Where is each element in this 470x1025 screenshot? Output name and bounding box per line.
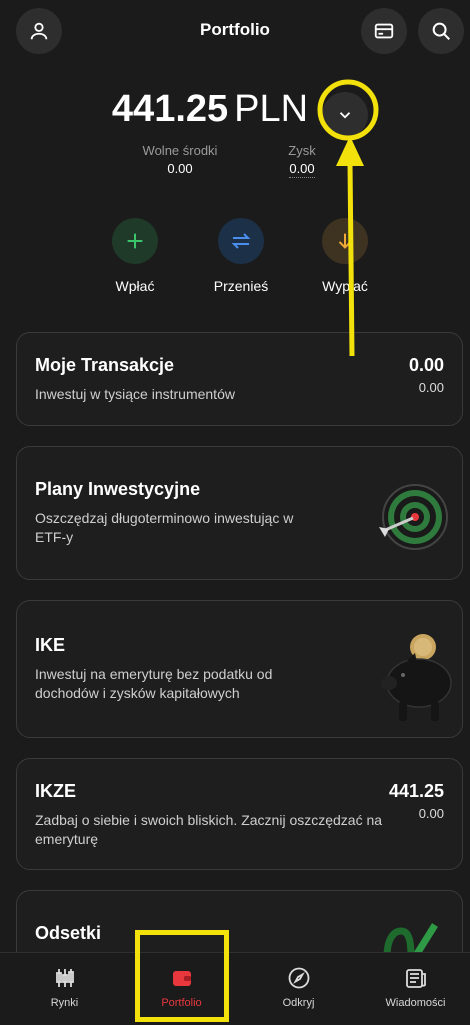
search-button[interactable]	[418, 8, 464, 54]
withdraw-icon-wrap	[322, 218, 368, 264]
card-sub-amount: 0.00	[418, 380, 444, 395]
nav-item-discover[interactable]: Odkryj	[240, 965, 357, 1009]
transfer-button[interactable]: Przenieś	[196, 218, 286, 294]
piggy-bank-icon	[381, 634, 452, 721]
nav-item-markets[interactable]: Rynki	[6, 965, 123, 1009]
card-title: IKE	[35, 635, 66, 655]
candlestick-icon	[55, 969, 74, 987]
bottom-nav: Rynki Portfolio Odkryj Wiadomości	[0, 952, 470, 1025]
card-description: Inwestuj w tysiące instrumentów	[35, 386, 235, 402]
nav-label: Rynki	[50, 997, 79, 1009]
credit-card-icon	[374, 23, 394, 39]
transfer-label: Przenieś	[213, 278, 269, 294]
stat-value: 0.00	[289, 161, 315, 178]
transfer-arrows-icon	[231, 233, 251, 249]
withdraw-button[interactable]: Wypłać	[300, 218, 390, 294]
target-dart-icon	[379, 484, 448, 550]
compass-icon	[288, 967, 309, 989]
annotation-arrow-head	[336, 136, 364, 166]
card-my-transactions[interactable]: Moje Transakcje Inwestuj w tysiące instr…	[16, 332, 463, 426]
card-ikze[interactable]: IKZE Zadbaj o siebie i swoich bliskich. …	[16, 758, 463, 870]
annotation-box	[135, 930, 229, 1022]
arrow-down-icon	[338, 233, 352, 249]
balance-currency: PLN	[234, 88, 309, 130]
stat-free-funds: Wolne środki 0.00	[130, 143, 230, 176]
card-title: Moje Transakcje	[35, 355, 175, 375]
transfer-icon-wrap	[218, 218, 264, 264]
card-ike[interactable]: IKE Inwestuj na emeryturę bez podatku od…	[16, 600, 463, 738]
balance-expand-button[interactable]	[322, 92, 368, 138]
stat-label: Wolne środki	[142, 143, 218, 158]
nav-label: Wiadomości	[385, 997, 446, 1009]
balance-amount: 441.25	[111, 88, 229, 130]
card-description-line2: dochodów i zysków kapitałowych	[35, 685, 240, 701]
card-description-line1: Inwestuj na emeryturę bez podatku od	[35, 666, 273, 682]
card-title: Odsetki	[35, 923, 102, 943]
card-description-line1: Zadbaj o siebie i swoich bliskich. Zaczn…	[35, 812, 383, 828]
card-title: IKZE	[35, 781, 77, 801]
nav-label: Odkryj	[282, 997, 315, 1009]
card-description-line2: emeryturę	[35, 831, 99, 847]
card-amount: 441.25	[388, 781, 444, 801]
stat-profit[interactable]: Zysk 0.00	[272, 143, 332, 178]
card-sub-amount: 0.00	[418, 806, 444, 821]
card-amount: 0.00	[408, 355, 444, 375]
stat-label: Zysk	[288, 143, 316, 158]
search-icon	[432, 22, 450, 40]
card-title: Plany Inwestycyjne	[35, 479, 201, 499]
news-icon	[405, 969, 426, 988]
deposit-label: Wpłać	[115, 278, 155, 294]
deposit-button[interactable]: Wpłać	[90, 218, 180, 294]
stat-value: 0.00	[167, 161, 193, 176]
plus-icon	[127, 233, 143, 249]
balance: 441.25 PLN	[0, 88, 470, 131]
withdraw-label: Wypłać	[322, 278, 368, 294]
chevron-down-icon	[339, 112, 351, 119]
card-description-line1: Oszczędzaj długoterminowo inwestując w	[35, 510, 294, 526]
nav-item-news[interactable]: Wiadomości	[357, 965, 470, 1009]
deposit-icon-wrap	[112, 218, 158, 264]
header: Portfolio	[0, 0, 470, 64]
card-button[interactable]	[361, 8, 407, 54]
card-description-line2: ETF-y	[35, 529, 74, 545]
card-investment-plans[interactable]: Plany Inwestycyjne Oszczędzaj długotermi…	[16, 446, 463, 580]
